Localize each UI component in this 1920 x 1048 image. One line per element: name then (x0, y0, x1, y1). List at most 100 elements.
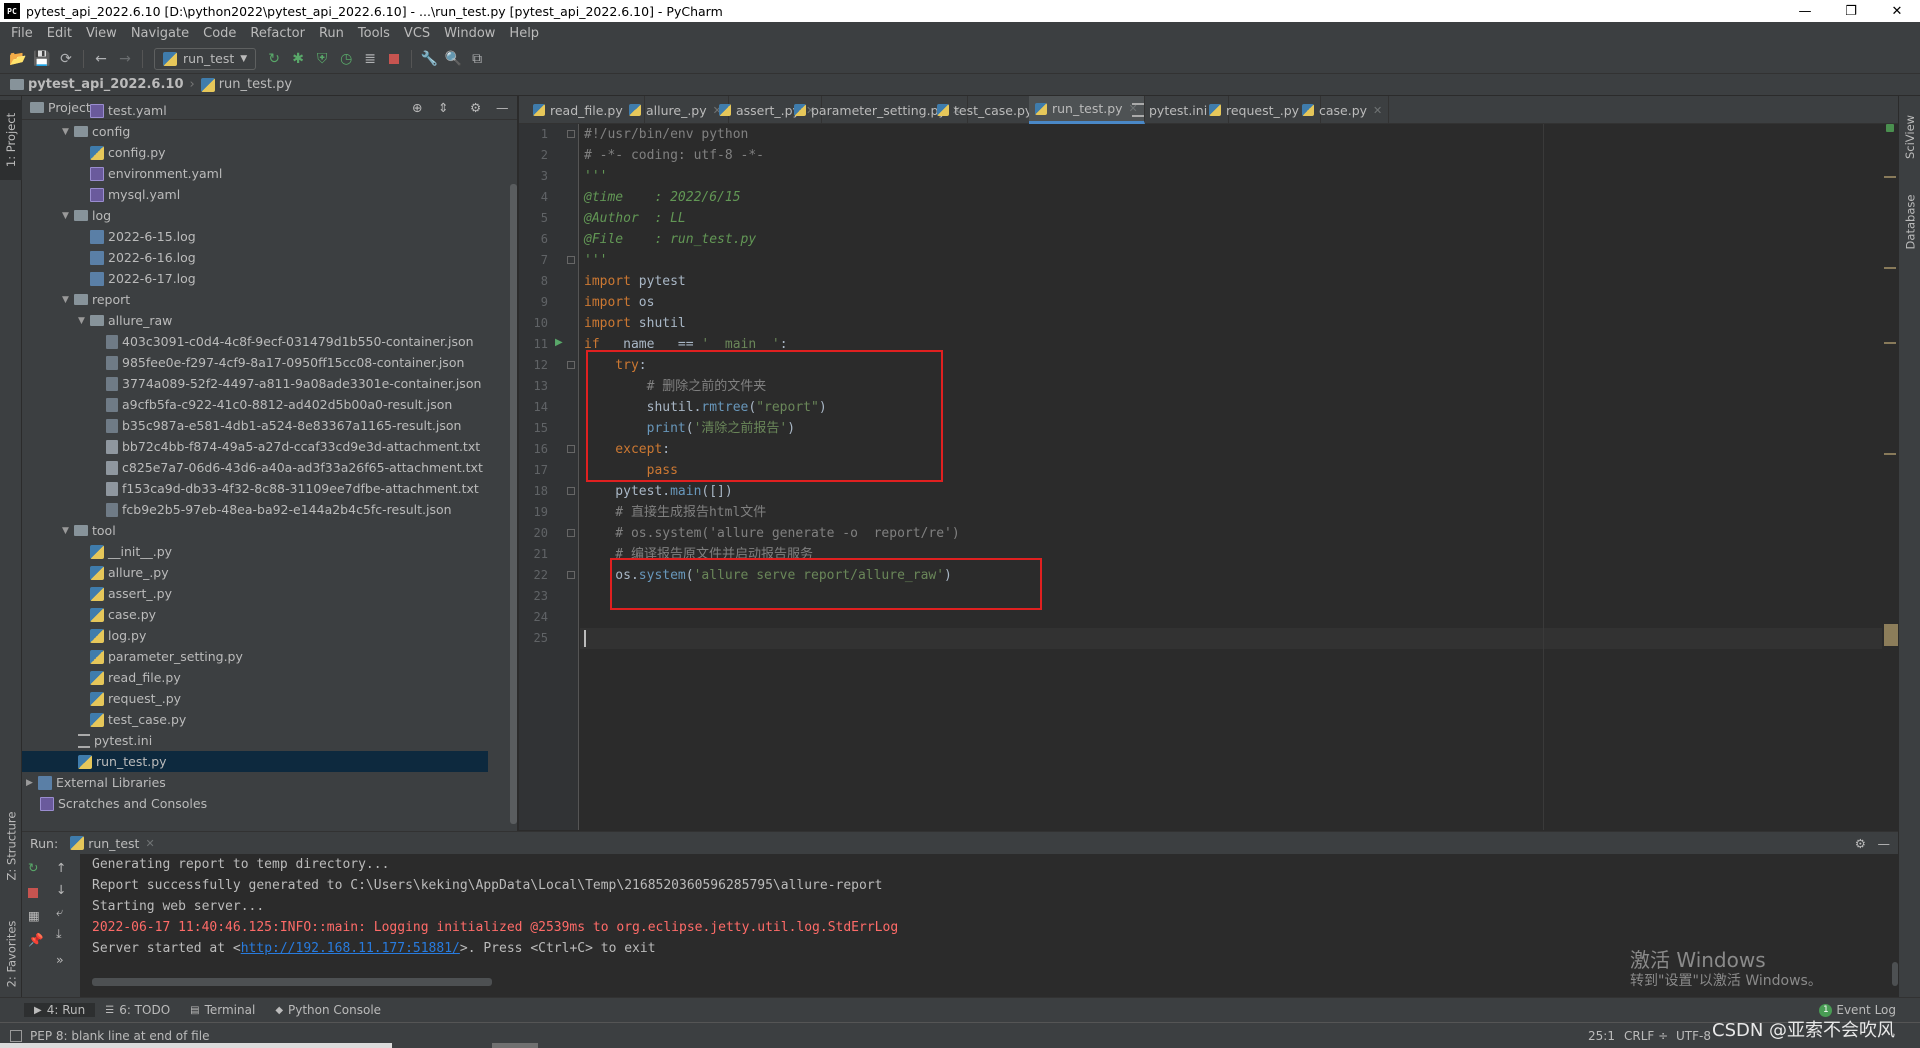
tree-item[interactable]: request_.py (22, 688, 488, 709)
tree-item[interactable]: mysql.yaml (22, 184, 488, 205)
chevron-right-icon[interactable]: ▶ (26, 778, 38, 788)
tree-item[interactable]: f153ca9d-db33-4f32-8c88-31109ee7dfbe-att… (22, 478, 488, 499)
plugin-icon[interactable]: ⧉ (465, 47, 489, 71)
menu-item-file[interactable]: File (4, 26, 40, 41)
bottom-tab[interactable]: ◆ Python Console (265, 1003, 391, 1017)
status-toggle-icon[interactable] (10, 1029, 22, 1042)
tree-item[interactable]: 3774a089-52f2-4497-a811-9a08ade3301e-con… (22, 373, 488, 394)
editor-tab[interactable]: case.py ✕ (1296, 96, 1390, 124)
tree-item[interactable]: bb72c4bb-f874-49a5-a27d-ccaf33cd9e3d-att… (22, 436, 488, 457)
tree-item[interactable]: run_test.py (22, 751, 488, 772)
breadcrumb-file[interactable]: run_test.py (219, 77, 292, 92)
menu-item-vcs[interactable]: VCS (397, 26, 437, 41)
close-button[interactable]: ✕ (1874, 0, 1920, 22)
stop-icon[interactable] (382, 47, 406, 71)
gear-icon[interactable]: ⚙ (1855, 836, 1866, 851)
console-vscrollbar[interactable] (1892, 962, 1898, 986)
menu-item-edit[interactable]: Edit (40, 26, 79, 41)
tree-item[interactable]: c825e7a7-06d6-43d6-a40a-ad3f33a26f65-att… (22, 457, 488, 478)
bottom-tab[interactable]: ▤ Terminal (180, 1003, 265, 1017)
editor-scrollbar[interactable] (1882, 124, 1898, 830)
run-with-coverage-icon[interactable]: ⛨ (310, 47, 334, 71)
run-configuration-select[interactable]: run_test ▼ (154, 47, 257, 70)
tree-item[interactable]: read_file.py (22, 667, 488, 688)
tree-item[interactable]: 2022-6-15.log (22, 226, 488, 247)
tree-item[interactable]: allure_.py (22, 562, 488, 583)
bottom-tab[interactable]: ▶ 4: Run (24, 1003, 96, 1017)
soft-wrap-icon[interactable]: ⤶ (56, 904, 63, 920)
chevron-down-icon[interactable]: ▼ (62, 211, 74, 221)
menu-item-tools[interactable]: Tools (351, 26, 397, 41)
fold-marker-icon[interactable] (567, 487, 575, 495)
fold-marker-icon[interactable] (567, 445, 575, 453)
stop-icon[interactable] (28, 888, 38, 898)
bottom-tab[interactable]: ☰ 6: TODO (95, 1003, 180, 1017)
fold-marker-icon[interactable] (567, 256, 575, 264)
hide-panel-icon[interactable]: — (1878, 836, 1891, 851)
profile-icon[interactable]: ◷ (334, 47, 358, 71)
chevron-down-icon[interactable]: ▼ (62, 127, 74, 137)
fold-marker-icon[interactable] (567, 529, 575, 537)
expand-more-icon[interactable]: » (56, 952, 64, 967)
tree-item[interactable]: 985fee0e-f297-4cf9-8a17-0950ff15cc08-con… (22, 352, 488, 373)
up-arrow-icon[interactable]: ↑ (56, 860, 66, 875)
fold-marker-icon[interactable] (567, 361, 575, 369)
console-hscrollbar[interactable] (92, 978, 492, 986)
concurrency-icon[interactable]: ≣ (358, 47, 382, 71)
tree-item[interactable]: ▶ External Libraries (22, 772, 488, 793)
tree-item[interactable]: 2022-6-17.log (22, 268, 488, 289)
menu-item-navigate[interactable]: Navigate (124, 26, 196, 41)
tree-item[interactable]: log.py (22, 625, 488, 646)
open-folder-icon[interactable]: 📂 (6, 47, 30, 71)
back-arrow-icon[interactable]: ← (89, 47, 113, 71)
tree-item[interactable]: b35c987a-e581-4db1-a524-8e83367a1165-res… (22, 415, 488, 436)
tree-item[interactable]: ▼ report (22, 289, 488, 310)
tree-item[interactable]: 2022-6-16.log (22, 247, 488, 268)
scroll-thumb[interactable] (1884, 624, 1898, 646)
rerun-icon[interactable]: ↻ (28, 860, 38, 875)
tree-item[interactable]: fcb9e2b5-97eb-48ea-ba92-e144a2b4c5fc-res… (22, 499, 488, 520)
tree-item[interactable]: ▼ allure_raw (22, 310, 488, 331)
tree-item[interactable]: __init__.py (22, 541, 488, 562)
wrench-settings-icon[interactable]: 🔧 (417, 47, 441, 71)
tree-item[interactable]: ▼ log (22, 205, 488, 226)
menu-item-help[interactable]: Help (502, 26, 546, 41)
tree-item[interactable]: test.yaml (22, 100, 488, 121)
hide-panel-icon[interactable]: — (496, 100, 509, 115)
close-icon[interactable]: ✕ (1373, 104, 1382, 117)
project-tool-tab[interactable]: 1: Project (0, 100, 22, 180)
tree-item[interactable]: ▼ tool (22, 520, 488, 541)
tree-item[interactable]: parameter_setting.py (22, 646, 488, 667)
pin-icon[interactable]: 📌 (28, 932, 44, 948)
tree-item[interactable]: assert_.py (22, 583, 488, 604)
database-tool-tab[interactable]: Database (1899, 182, 1920, 262)
tree-item[interactable]: 403c3091-c0d4-4c8f-9ecf-031479d1b550-con… (22, 331, 488, 352)
menu-item-view[interactable]: View (79, 26, 124, 41)
fold-marker-icon[interactable] (567, 571, 575, 579)
down-arrow-icon[interactable]: ↓ (56, 882, 66, 897)
menu-item-run[interactable]: Run (312, 26, 351, 41)
save-all-icon[interactable]: 💾 (30, 47, 54, 71)
encoding-select[interactable]: UTF-8 (1676, 1029, 1711, 1043)
breadcrumb-project[interactable]: pytest_api_2022.6.10 (28, 77, 184, 92)
tree-item[interactable]: ▼ config (22, 121, 488, 142)
event-log-button[interactable]: 1 Event Log (1819, 1003, 1896, 1017)
tree-item[interactable]: a9cfb5fa-c922-41c0-8812-ad402d5b00a0-res… (22, 394, 488, 415)
favorites-tool-tab[interactable]: 2: Favorites (0, 904, 22, 1004)
server-url-link[interactable]: http://192.168.11.177:51881/ (241, 941, 460, 956)
forward-arrow-icon[interactable]: → (113, 47, 137, 71)
menu-item-window[interactable]: Window (437, 26, 502, 41)
menu-item-refactor[interactable]: Refactor (243, 26, 312, 41)
line-separator-select[interactable]: CRLF ÷ (1624, 1029, 1668, 1043)
tree-item[interactable]: case.py (22, 604, 488, 625)
fold-marker-icon[interactable] (567, 130, 575, 138)
tree-scrollbar[interactable] (510, 184, 517, 824)
sciview-tool-tab[interactable]: SciView (1899, 102, 1920, 172)
cursor-position[interactable]: 25:1 (1588, 1029, 1615, 1043)
scroll-to-end-icon[interactable]: ⤓ (56, 926, 62, 942)
search-icon[interactable]: 🔍 (441, 47, 465, 71)
code-editor[interactable]: #!/usr/bin/env python # -*- coding: utf-8… (580, 124, 1898, 830)
tree-item[interactable]: pytest.ini (22, 730, 488, 751)
tree-item[interactable]: environment.yaml (22, 163, 488, 184)
chevron-down-icon[interactable]: ▼ (62, 295, 74, 305)
